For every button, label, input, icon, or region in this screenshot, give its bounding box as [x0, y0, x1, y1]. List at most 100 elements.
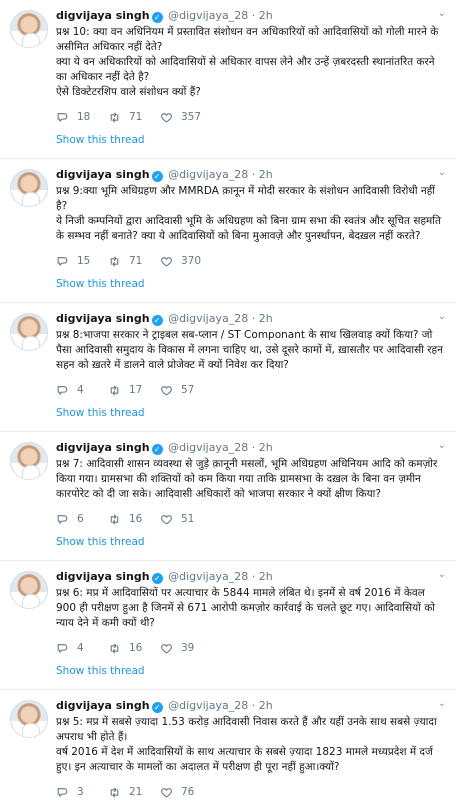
- reply-button[interactable]: 4: [56, 384, 108, 397]
- author-handle[interactable]: @digvijaya_28: [168, 9, 248, 22]
- avatar[interactable]: [10, 571, 48, 609]
- tweet-header: digvijaya singh ✓ @digvijaya_28 · 2h: [56, 8, 444, 24]
- reply-button[interactable]: 15: [56, 255, 108, 268]
- author-name[interactable]: digvijaya singh: [56, 312, 150, 325]
- tweet-feed: digvijaya singh ✓ @digvijaya_28 · 2h ⌄ प्…: [0, 0, 456, 800]
- like-button[interactable]: 51: [160, 513, 212, 526]
- tweet[interactable]: digvijaya singh ✓ @digvijaya_28 · 2h ⌄ प्…: [0, 159, 456, 303]
- verified-badge-icon: ✓: [151, 444, 163, 455]
- show-thread-link[interactable]: Show this thread: [56, 532, 444, 560]
- verified-badge-icon: ✓: [151, 12, 163, 23]
- chevron-down-icon[interactable]: ⌄: [438, 440, 446, 451]
- reply-count: 18: [77, 111, 91, 123]
- retweet-icon: [110, 112, 119, 122]
- show-thread-link[interactable]: Show this thread: [56, 403, 444, 431]
- separator-dot: ·: [251, 699, 256, 712]
- tweet-text-line: प्रश्न 8:भाजपा सरकार ने ट्राइबल सब-प्लान…: [56, 329, 443, 371]
- timestamp[interactable]: 2h: [259, 441, 273, 454]
- tweet[interactable]: digvijaya singh ✓ @digvijaya_28 · 2h ⌄ प्…: [0, 690, 456, 800]
- reply-icon: [57, 787, 68, 797]
- chevron-down-icon[interactable]: ⌄: [438, 167, 446, 178]
- retweet-button[interactable]: 21: [108, 786, 160, 799]
- like-button[interactable]: 57: [160, 384, 212, 397]
- chevron-down-icon[interactable]: ⌄: [438, 8, 446, 19]
- author-name[interactable]: digvijaya singh: [56, 570, 150, 583]
- author-handle[interactable]: @digvijaya_28: [168, 699, 248, 712]
- author-handle[interactable]: @digvijaya_28: [168, 312, 248, 325]
- retweet-count: 17: [129, 384, 143, 396]
- tweet-header: digvijaya singh ✓ @digvijaya_28 · 2h: [56, 167, 444, 183]
- timestamp[interactable]: 2h: [259, 312, 273, 325]
- retweet-icon: [110, 385, 119, 395]
- like-button[interactable]: 357: [160, 111, 212, 124]
- retweet-button[interactable]: 16: [108, 642, 160, 655]
- tweet-header: digvijaya singh ✓ @digvijaya_28 · 2h: [56, 698, 444, 714]
- like-count: 76: [181, 786, 195, 798]
- tweet[interactable]: digvijaya singh ✓ @digvijaya_28 · 2h ⌄ प्…: [0, 561, 456, 690]
- reply-count: 4: [77, 642, 84, 654]
- tweet-actions: 4 17 57: [56, 377, 444, 403]
- retweet-count: 16: [129, 513, 143, 525]
- like-count: 39: [181, 642, 195, 654]
- avatar[interactable]: [10, 442, 48, 480]
- reply-button[interactable]: 6: [56, 513, 108, 526]
- reply-button[interactable]: 18: [56, 111, 108, 124]
- tweet-actions: 6 16 51: [56, 506, 444, 532]
- like-button[interactable]: 76: [160, 786, 212, 799]
- retweet-count: 71: [129, 111, 143, 123]
- retweet-button[interactable]: 71: [108, 255, 160, 268]
- like-button[interactable]: 39: [160, 642, 212, 655]
- reply-button[interactable]: 4: [56, 642, 108, 655]
- tweet-text-line: क्या ये वन अधिकारियों को आदिवासियों से अ…: [56, 56, 435, 83]
- retweet-button[interactable]: 17: [108, 384, 160, 397]
- tweet[interactable]: digvijaya singh ✓ @digvijaya_28 · 2h ⌄ प्…: [0, 303, 456, 432]
- reply-count: 4: [77, 384, 84, 396]
- show-thread-link[interactable]: Show this thread: [56, 274, 444, 302]
- show-thread-link[interactable]: Show this thread: [56, 130, 444, 158]
- heart-icon: [161, 787, 172, 797]
- show-thread-link[interactable]: Show this thread: [56, 661, 444, 689]
- author-name[interactable]: digvijaya singh: [56, 168, 150, 181]
- tweet[interactable]: digvijaya singh ✓ @digvijaya_28 · 2h ⌄ प्…: [0, 432, 456, 561]
- author-handle[interactable]: @digvijaya_28: [168, 168, 248, 181]
- retweet-icon: [110, 787, 119, 797]
- tweet-text: प्रश्न 8:भाजपा सरकार ने ट्राइबल सब-प्लान…: [56, 328, 444, 373]
- verified-badge-icon: ✓: [151, 702, 163, 713]
- heart-icon: [161, 112, 172, 122]
- tweet-text: प्रश्न 10: क्या वन अधिनियम में प्रस्तावि…: [56, 25, 444, 100]
- reply-count: 6: [77, 513, 84, 525]
- tweet-actions: 3 21 76: [56, 779, 444, 800]
- tweet-text-line: प्रश्न 7: आदिवासी शासन व्यवस्था से जुड़े…: [56, 458, 438, 500]
- tweet[interactable]: digvijaya singh ✓ @digvijaya_28 · 2h ⌄ प्…: [0, 0, 456, 159]
- chevron-down-icon[interactable]: ⌄: [438, 311, 446, 322]
- author-handle[interactable]: @digvijaya_28: [168, 441, 248, 454]
- separator-dot: ·: [251, 168, 256, 181]
- retweet-button[interactable]: 16: [108, 513, 160, 526]
- reply-button[interactable]: 3: [56, 786, 108, 799]
- avatar[interactable]: [10, 700, 48, 738]
- chevron-down-icon[interactable]: ⌄: [438, 569, 446, 580]
- separator-dot: ·: [251, 441, 256, 454]
- separator-dot: ·: [251, 9, 256, 22]
- avatar[interactable]: [10, 10, 48, 48]
- tweet-header: digvijaya singh ✓ @digvijaya_28 · 2h: [56, 440, 444, 456]
- retweet-count: 21: [129, 786, 143, 798]
- timestamp[interactable]: 2h: [259, 168, 273, 181]
- timestamp[interactable]: 2h: [259, 9, 273, 22]
- heart-icon: [161, 514, 172, 524]
- author-name[interactable]: digvijaya singh: [56, 441, 150, 454]
- tweet-text-line: ऐसे डिक्टेटरशिप वाले संशोधन क्यों हैं?: [56, 86, 201, 98]
- avatar[interactable]: [10, 313, 48, 351]
- chevron-down-icon[interactable]: ⌄: [438, 698, 446, 709]
- author-name[interactable]: digvijaya singh: [56, 9, 150, 22]
- author-handle[interactable]: @digvijaya_28: [168, 570, 248, 583]
- timestamp[interactable]: 2h: [259, 570, 273, 583]
- retweet-button[interactable]: 71: [108, 111, 160, 124]
- reply-icon: [57, 256, 68, 266]
- like-count: 57: [181, 384, 195, 396]
- like-button[interactable]: 370: [160, 255, 212, 268]
- timestamp[interactable]: 2h: [259, 699, 273, 712]
- author-name[interactable]: digvijaya singh: [56, 699, 150, 712]
- avatar[interactable]: [10, 169, 48, 207]
- reply-icon: [57, 643, 68, 653]
